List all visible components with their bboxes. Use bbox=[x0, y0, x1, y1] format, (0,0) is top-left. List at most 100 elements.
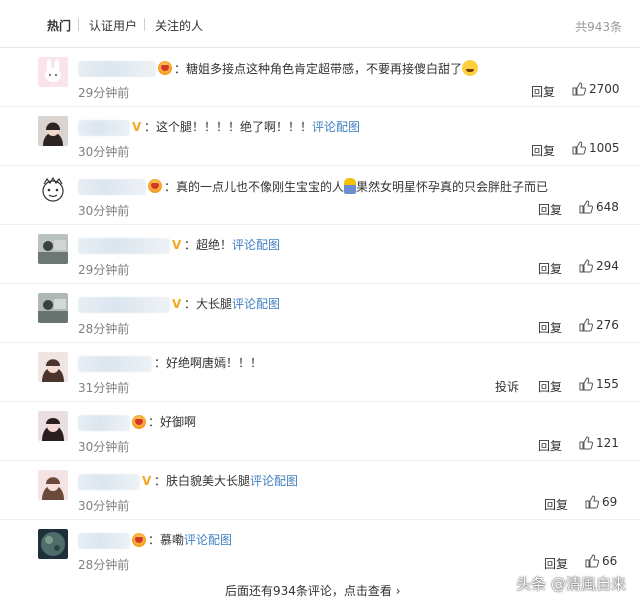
like-count: 1005 bbox=[589, 141, 620, 155]
reply-button[interactable]: 回复 bbox=[531, 83, 555, 100]
comment-item: V ：大长腿评论配图 28分钟前 回复 276 bbox=[0, 284, 640, 343]
username-blurred[interactable] bbox=[78, 415, 130, 431]
like-button[interactable]: 155 bbox=[579, 377, 619, 391]
username-blurred[interactable] bbox=[78, 61, 156, 77]
username-blurred[interactable] bbox=[78, 120, 130, 136]
comment-time: 31分钟前 bbox=[78, 381, 130, 395]
comment-item: ：好绝啊唐嫣！！！ 31分钟前 投诉 回复 155 bbox=[0, 343, 640, 402]
like-button[interactable]: 1005 bbox=[572, 141, 620, 155]
comment-filter-tabs: 热门 认证用户 关注的人 共943条 bbox=[0, 0, 640, 48]
comment-time: 29分钟前 bbox=[78, 263, 130, 277]
user-avatar[interactable] bbox=[38, 470, 68, 500]
watermark: 头条 @清風自来 bbox=[516, 575, 626, 593]
comment-image-link[interactable]: 评论配图 bbox=[250, 474, 298, 488]
like-button[interactable]: 294 bbox=[579, 259, 619, 273]
username-blurred[interactable] bbox=[78, 238, 170, 254]
verified-v-icon: V bbox=[172, 238, 182, 252]
comment-item: V ：肤白貌美大长腿评论配图 30分钟前 回复 69 bbox=[0, 461, 640, 520]
comment-time: 30分钟前 bbox=[78, 499, 130, 513]
like-button[interactable]: 2700 bbox=[572, 82, 620, 96]
tab-following[interactable]: 关注的人 bbox=[155, 17, 203, 34]
username-blurred[interactable] bbox=[78, 356, 152, 372]
tab-hot[interactable]: 热门 bbox=[47, 17, 71, 34]
comment-time: 30分钟前 bbox=[78, 204, 130, 218]
user-avatar[interactable] bbox=[38, 57, 68, 87]
comment-text: 真的一点儿也不像刚生宝宝的人 bbox=[176, 180, 345, 194]
thumbs-up-icon bbox=[585, 495, 599, 509]
thumbs-up-icon bbox=[579, 436, 593, 450]
like-button[interactable]: 121 bbox=[579, 436, 619, 450]
report-button[interactable]: 投诉 bbox=[495, 378, 519, 395]
user-avatar[interactable] bbox=[38, 234, 68, 264]
like-count: 155 bbox=[596, 377, 619, 391]
comment-item: ：好御啊 30分钟前 回复 121 bbox=[0, 402, 640, 461]
comment-image-link[interactable]: 评论配图 bbox=[312, 120, 360, 134]
comment-item: V ：超绝！评论配图 29分钟前 回复 294 bbox=[0, 225, 640, 284]
user-avatar[interactable] bbox=[38, 411, 68, 441]
vip-crown-icon bbox=[132, 415, 146, 429]
vip-crown-icon bbox=[148, 179, 162, 193]
comment-image-link[interactable]: 评论配图 bbox=[184, 533, 232, 547]
reply-button[interactable]: 回复 bbox=[531, 142, 555, 159]
comment-time: 29分钟前 bbox=[78, 86, 130, 100]
comment-time: 30分钟前 bbox=[78, 145, 130, 159]
comment-text: 好绝啊唐嫣！！！ bbox=[166, 356, 263, 370]
reply-button[interactable]: 回复 bbox=[538, 437, 562, 454]
comment-item: ：真的一点儿也不像刚生宝宝的人 果然女明星怀孕真的只会胖肚子而已 30分钟前 回复… bbox=[0, 166, 640, 225]
like-count: 276 bbox=[596, 318, 619, 332]
grin-sweat-emoji-icon bbox=[462, 60, 479, 76]
like-count: 121 bbox=[596, 436, 619, 450]
reply-button[interactable]: 回复 bbox=[538, 201, 562, 218]
comment-text: 大长腿 bbox=[196, 297, 233, 311]
comment-text: 超绝！ bbox=[196, 238, 233, 252]
user-avatar[interactable] bbox=[38, 529, 68, 559]
reply-button[interactable]: 回复 bbox=[538, 378, 562, 395]
comment-text: 这个腿！！！！绝了啊！！！ bbox=[156, 120, 313, 134]
username-blurred[interactable] bbox=[78, 179, 146, 195]
comment-time: 30分钟前 bbox=[78, 440, 130, 454]
comment-time: 28分钟前 bbox=[78, 322, 130, 336]
like-count: 2700 bbox=[589, 82, 620, 96]
comment-image-link[interactable]: 评论配图 bbox=[232, 238, 280, 252]
like-button[interactable]: 69 bbox=[585, 495, 617, 509]
verified-v-icon: V bbox=[142, 474, 152, 488]
like-button[interactable]: 648 bbox=[579, 200, 619, 214]
like-count: 69 bbox=[602, 495, 618, 509]
thumbs-up-icon bbox=[572, 82, 586, 96]
user-avatar[interactable] bbox=[38, 116, 68, 146]
like-button[interactable]: 66 bbox=[585, 554, 617, 568]
like-count: 294 bbox=[596, 259, 619, 273]
vip-crown-icon bbox=[158, 61, 172, 75]
comment-text-continued: 果然女明星怀孕真的只会胖肚子而已 bbox=[356, 180, 549, 194]
total-comment-count: 共943条 bbox=[575, 20, 622, 34]
like-button[interactable]: 276 bbox=[579, 318, 619, 332]
thumbs-up-icon bbox=[579, 318, 593, 332]
user-avatar[interactable] bbox=[38, 175, 68, 205]
comment-text: 糖姐多接点这种角色肯定超带感，不要再接傻白甜了 bbox=[186, 62, 463, 76]
reply-button[interactable]: 回复 bbox=[544, 496, 568, 513]
thumbs-up-icon bbox=[579, 377, 593, 391]
thumbs-up-icon bbox=[579, 200, 593, 214]
person-emoji-icon bbox=[344, 178, 357, 194]
user-avatar[interactable] bbox=[38, 352, 68, 382]
reply-button[interactable]: 回复 bbox=[538, 319, 562, 336]
verified-v-icon: V bbox=[132, 120, 142, 134]
comment-image-link[interactable]: 评论配图 bbox=[232, 297, 280, 311]
comment-text: 慕嘞 bbox=[160, 533, 185, 547]
like-count: 66 bbox=[602, 554, 618, 568]
comment-item: V ：这个腿！！！！绝了啊！！！评论配图 30分钟前 回复 1005 bbox=[0, 107, 640, 166]
comment-item: ：糖姐多接点这种角色肯定超带感，不要再接傻白甜了 29分钟前 回复 2700 bbox=[0, 48, 640, 107]
tab-divider bbox=[78, 18, 79, 31]
thumbs-up-icon bbox=[585, 554, 599, 568]
tab-verified-users[interactable]: 认证用户 bbox=[89, 17, 137, 34]
username-blurred[interactable] bbox=[78, 297, 170, 313]
reply-button[interactable]: 回复 bbox=[538, 260, 562, 277]
username-blurred[interactable] bbox=[78, 474, 140, 490]
thumbs-up-icon bbox=[579, 259, 593, 273]
user-avatar[interactable] bbox=[38, 293, 68, 323]
username-blurred[interactable] bbox=[78, 533, 130, 549]
like-count: 648 bbox=[596, 200, 619, 214]
comment-text: 好御啊 bbox=[160, 415, 197, 429]
thumbs-up-icon bbox=[572, 141, 586, 155]
view-more-comments-link[interactable]: 后面还有934条评论，点击查看 › bbox=[225, 582, 401, 599]
